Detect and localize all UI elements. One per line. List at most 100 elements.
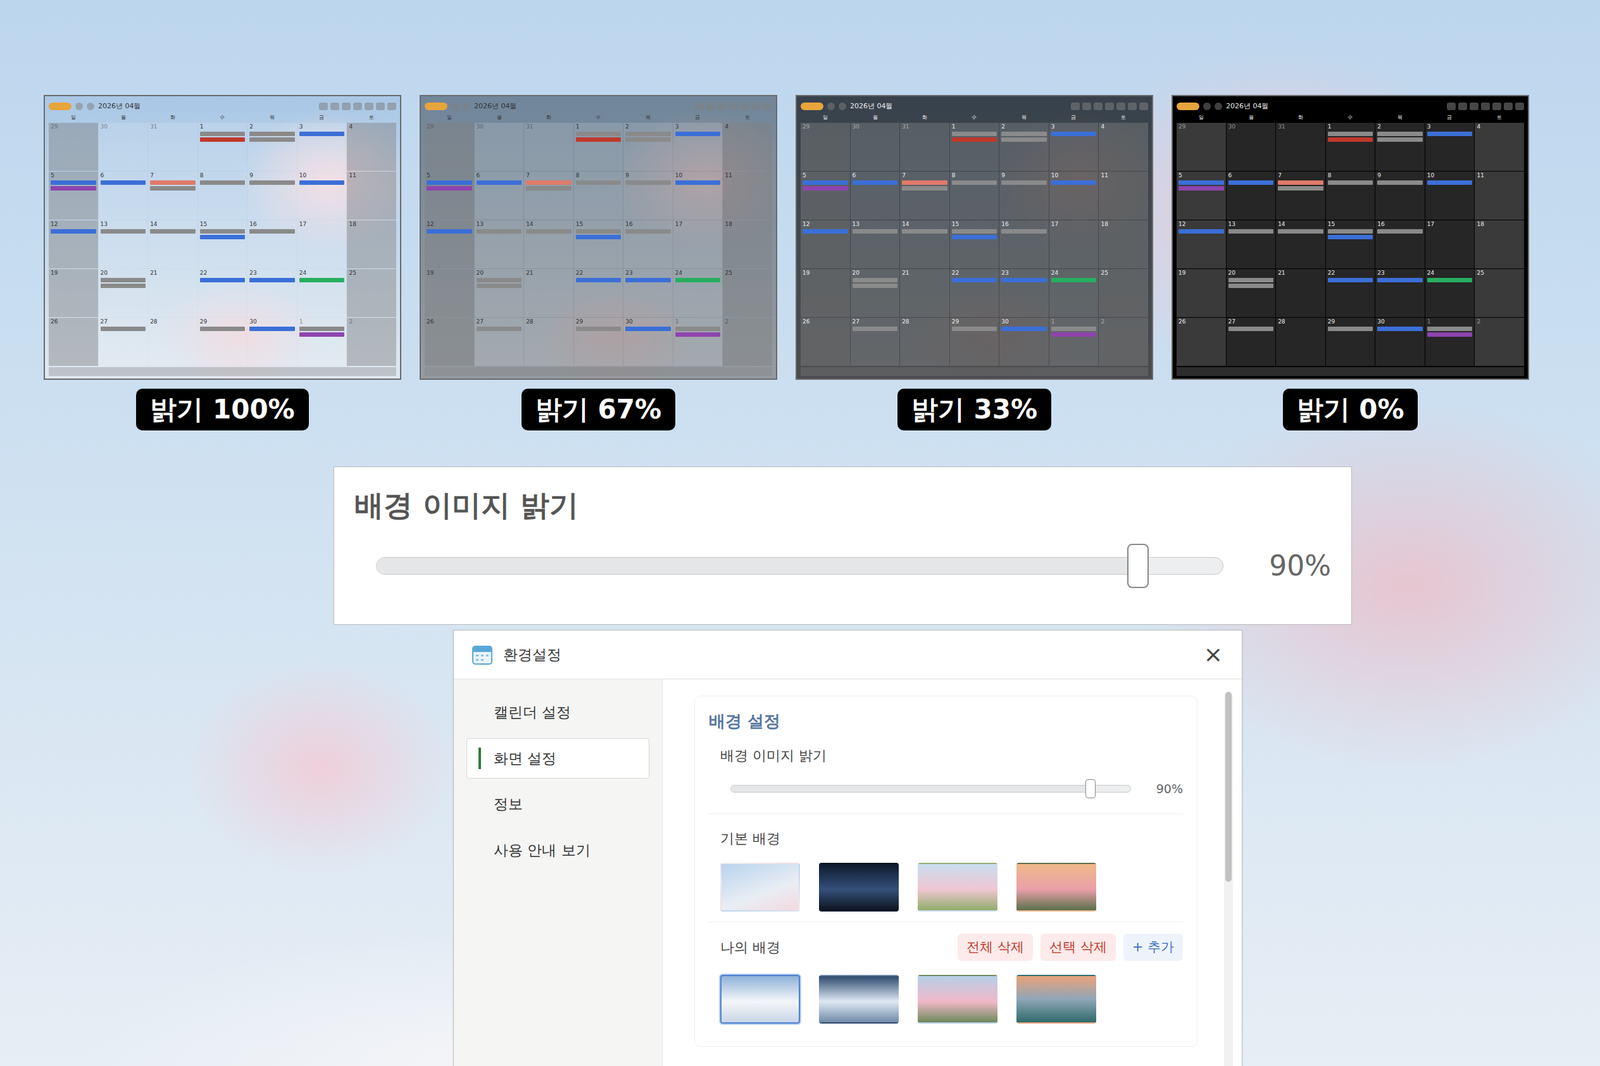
event-bar[interactable] xyxy=(426,186,473,191)
day-cell[interactable]: 13 xyxy=(850,220,900,269)
event-bar[interactable] xyxy=(1228,180,1275,185)
day-cell[interactable]: 19 xyxy=(800,268,850,318)
day-cell[interactable]: 11 xyxy=(1098,171,1149,220)
day-cell[interactable]: 8 xyxy=(1325,171,1376,220)
event-bar[interactable] xyxy=(1377,326,1423,332)
tool-icon[interactable] xyxy=(729,102,738,111)
event-bar[interactable] xyxy=(249,277,295,283)
day-cell[interactable]: 3 xyxy=(673,122,723,171)
next-icon[interactable] xyxy=(462,102,471,111)
day-cell[interactable]: 4 xyxy=(1474,122,1525,171)
event-bar[interactable] xyxy=(852,283,899,288)
event-bar[interactable] xyxy=(150,186,196,191)
day-cell[interactable]: 24 xyxy=(1425,268,1475,318)
day-cell[interactable]: 15 xyxy=(1325,220,1376,269)
tool-icon[interactable] xyxy=(1492,102,1502,111)
event-bar[interactable] xyxy=(901,180,948,185)
event-bar[interactable] xyxy=(249,131,295,137)
event-bar[interactable] xyxy=(675,180,721,185)
event-bar[interactable] xyxy=(1051,332,1097,337)
event-bar[interactable] xyxy=(100,283,147,288)
delete-button[interactable]: 전체 삭제 xyxy=(957,933,1033,962)
day-cell[interactable]: 30 xyxy=(98,122,149,171)
day-cell[interactable]: 30 xyxy=(623,317,673,366)
day-cell[interactable]: 1 xyxy=(297,317,347,366)
day-cell[interactable]: 30 xyxy=(999,317,1049,366)
day-cell[interactable]: 12 xyxy=(800,220,850,269)
background-thumbnail[interactable] xyxy=(917,862,998,912)
day-cell[interactable]: 9 xyxy=(1375,171,1425,220)
day-cell[interactable]: 21 xyxy=(900,268,950,318)
tool-icon[interactable] xyxy=(1503,102,1513,111)
event-bar[interactable] xyxy=(1327,326,1374,332)
event-bar[interactable] xyxy=(1228,229,1275,234)
tool-icon[interactable] xyxy=(1469,102,1479,111)
day-cell[interactable]: 19 xyxy=(48,268,99,318)
event-bar[interactable] xyxy=(1178,229,1225,234)
prev-icon[interactable] xyxy=(1203,102,1211,111)
day-cell[interactable]: 24 xyxy=(673,268,723,318)
day-cell[interactable]: 29 xyxy=(198,317,248,366)
event-bar[interactable] xyxy=(1327,277,1374,283)
scrollbar[interactable] xyxy=(1224,691,1233,1066)
day-cell[interactable]: 5 xyxy=(424,171,475,220)
day-cell[interactable]: 2 xyxy=(1375,122,1425,171)
day-cell[interactable]: 22 xyxy=(950,268,1000,318)
day-cell[interactable]: 2 xyxy=(999,122,1049,171)
day-cell[interactable]: 3 xyxy=(1425,122,1475,171)
tool-icon[interactable] xyxy=(751,102,761,111)
day-cell[interactable]: 3 xyxy=(1049,122,1099,171)
event-bar[interactable] xyxy=(1327,131,1374,137)
event-bar[interactable] xyxy=(200,137,246,142)
day-cell[interactable]: 19 xyxy=(1176,268,1226,318)
event-bar[interactable] xyxy=(1327,234,1374,240)
day-cell[interactable]: 29 xyxy=(1176,122,1226,171)
next-icon[interactable] xyxy=(1214,102,1223,111)
event-bar[interactable] xyxy=(951,234,998,240)
event-bar[interactable] xyxy=(249,180,295,185)
event-bar[interactable] xyxy=(299,326,345,332)
event-bar[interactable] xyxy=(802,229,849,234)
day-cell[interactable]: 2 xyxy=(623,122,673,171)
event-bar[interactable] xyxy=(625,229,671,234)
day-cell[interactable]: 12 xyxy=(48,220,99,269)
event-bar[interactable] xyxy=(1377,131,1423,137)
day-cell[interactable]: 16 xyxy=(1375,220,1425,269)
day-cell[interactable]: 11 xyxy=(722,171,773,220)
event-bar[interactable] xyxy=(150,229,196,234)
day-cell[interactable]: 27 xyxy=(1226,317,1276,366)
event-bar[interactable] xyxy=(50,229,97,234)
day-cell[interactable]: 2 xyxy=(346,317,397,366)
day-cell[interactable]: 11 xyxy=(1474,171,1525,220)
background-thumbnail[interactable] xyxy=(818,862,899,912)
event-bar[interactable] xyxy=(100,277,147,283)
event-bar[interactable] xyxy=(852,277,899,283)
day-cell[interactable]: 29 xyxy=(950,317,1000,366)
tool-icon[interactable] xyxy=(1127,102,1137,111)
day-cell[interactable]: 22 xyxy=(574,268,624,318)
event-bar[interactable] xyxy=(249,326,295,332)
day-cell[interactable]: 4 xyxy=(1098,122,1149,171)
day-cell[interactable]: 15 xyxy=(574,220,624,269)
day-cell[interactable]: 5 xyxy=(48,171,99,220)
event-bar[interactable] xyxy=(675,326,721,332)
event-bar[interactable] xyxy=(575,277,622,283)
event-bar[interactable] xyxy=(249,229,295,234)
anniversary-button[interactable] xyxy=(800,102,824,111)
day-cell[interactable]: 1 xyxy=(673,317,723,366)
day-cell[interactable]: 7 xyxy=(1275,171,1326,220)
event-bar[interactable] xyxy=(1377,229,1423,234)
event-bar[interactable] xyxy=(1001,131,1047,137)
tool-icon[interactable] xyxy=(1139,102,1149,111)
event-bar[interactable] xyxy=(1327,229,1374,234)
tool-icon[interactable] xyxy=(1070,102,1080,111)
day-cell[interactable]: 2 xyxy=(247,122,297,171)
day-cell[interactable]: 15 xyxy=(198,220,248,269)
event-bar[interactable] xyxy=(200,277,246,283)
tool-icon[interactable] xyxy=(1458,102,1468,111)
event-bar[interactable] xyxy=(575,180,622,185)
day-cell[interactable]: 7 xyxy=(900,171,950,220)
tool-icon[interactable] xyxy=(318,102,328,111)
event-bar[interactable] xyxy=(951,180,998,185)
day-cell[interactable]: 31 xyxy=(900,122,950,171)
